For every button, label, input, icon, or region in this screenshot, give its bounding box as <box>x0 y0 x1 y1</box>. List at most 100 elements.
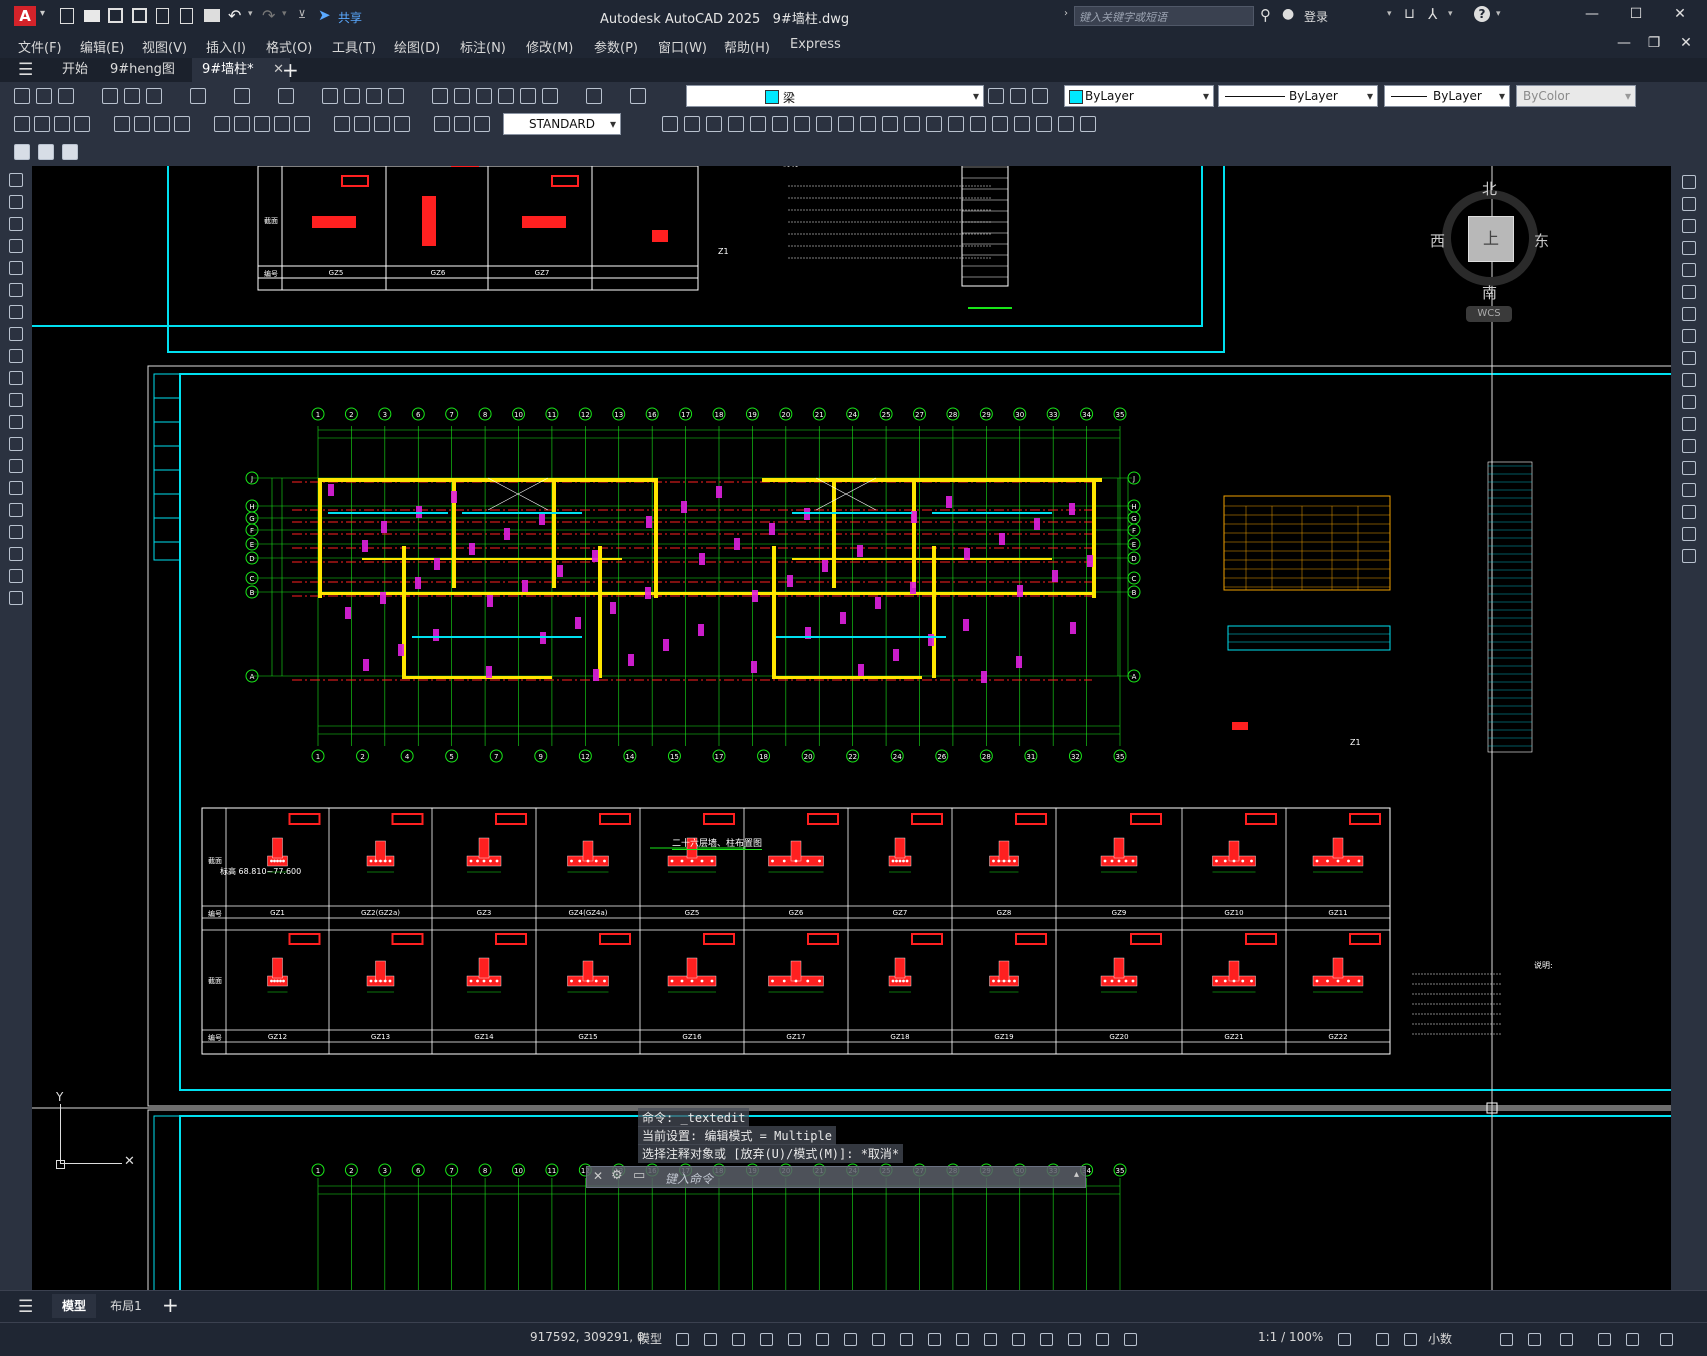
center-mark-icon[interactable] <box>352 114 372 134</box>
copy-tool-icon[interactable] <box>1679 194 1699 214</box>
selection-cycling-icon[interactable] <box>952 1329 972 1349</box>
share-button[interactable]: 共享 <box>338 9 362 26</box>
chamfer-icon[interactable] <box>924 114 944 134</box>
hamburger-menu-icon[interactable]: ☰ <box>18 60 33 80</box>
menu-view[interactable]: 视图(V) <box>142 37 187 56</box>
search-expand-icon[interactable]: › <box>1064 8 1068 19</box>
array-icon[interactable] <box>726 114 746 134</box>
radius-dim-icon[interactable] <box>112 114 132 134</box>
redo-dropdown-icon[interactable]: ▾ <box>282 9 287 19</box>
share-icon[interactable]: ➤ <box>318 6 331 24</box>
stretch-tool-icon[interactable] <box>1679 348 1699 368</box>
doc-restore-button[interactable]: ❐ <box>1640 35 1668 55</box>
arc-icon[interactable] <box>6 280 26 300</box>
a360-dropdown-icon[interactable]: ▾ <box>1448 9 1453 19</box>
move-icon[interactable] <box>748 114 768 134</box>
wcs-menu[interactable]: WCS <box>1466 306 1512 322</box>
gradient-icon[interactable] <box>6 500 26 520</box>
line-icon[interactable] <box>6 170 26 190</box>
wblock-icon[interactable] <box>1078 114 1098 134</box>
login-dropdown-icon[interactable]: ▾ <box>1387 9 1392 19</box>
mtext-icon[interactable] <box>36 142 56 162</box>
redo-icon[interactable]: ↷ <box>262 6 275 25</box>
inspect-icon[interactable] <box>372 114 392 134</box>
tool-palettes-icon[interactable] <box>474 86 494 106</box>
autocad-logo-icon[interactable]: A <box>14 6 36 26</box>
text-edit-icon[interactable] <box>12 142 32 162</box>
command-customize-icon[interactable]: ⚙ <box>611 1168 623 1183</box>
menu-help[interactable]: 帮助(H) <box>724 37 770 56</box>
add-selected-icon[interactable] <box>6 588 26 608</box>
customize-qat-icon[interactable]: ⊻ <box>298 8 306 21</box>
isolate-objects-icon[interactable] <box>1556 1329 1576 1349</box>
cart-icon[interactable]: ⊔ <box>1404 6 1415 22</box>
quick-dim-icon[interactable] <box>212 114 232 134</box>
mirror-icon[interactable] <box>682 114 702 134</box>
construction-line-icon[interactable] <box>6 192 26 212</box>
menu-edit[interactable]: 编辑(E) <box>80 37 124 56</box>
plot-icon[interactable] <box>100 86 120 106</box>
tab-layout1[interactable]: 布局1 <box>104 1294 148 1318</box>
zoom-window-icon[interactable] <box>364 86 384 106</box>
infer-icon[interactable] <box>728 1329 748 1349</box>
tab-start[interactable]: 开始 <box>52 58 98 82</box>
menu-insert[interactable]: 插入(I) <box>206 37 246 56</box>
undo-icon[interactable] <box>232 86 252 106</box>
osnap-icon[interactable] <box>868 1329 888 1349</box>
text-scale-icon[interactable] <box>60 142 80 162</box>
diameter-icon[interactable] <box>152 114 172 134</box>
dynamic-ucs-icon[interactable] <box>1008 1329 1028 1349</box>
extend-tool-icon[interactable] <box>1679 392 1699 412</box>
add-layout-icon[interactable]: + <box>162 1293 179 1317</box>
cad-drawing[interactable]: 1 2 3 6 7 8 10 11 12 13 16 17 18 19 20 21 24 25 27 28 29 30 33… <box>32 166 1671 1290</box>
markup-icon[interactable] <box>518 86 538 106</box>
command-close-icon[interactable]: ✕ <box>593 1169 603 1183</box>
viewcube-north[interactable]: 北 <box>1482 178 1497 199</box>
viewcube[interactable]: 上 北 南 西 东 WCS <box>1430 178 1550 322</box>
trim-tool-icon[interactable] <box>1679 370 1699 390</box>
dim-break-icon[interactable] <box>292 114 312 134</box>
lineweight-icon[interactable] <box>896 1329 916 1349</box>
dim-edit-icon[interactable] <box>432 114 452 134</box>
search-icon[interactable]: ⚲ <box>1260 6 1271 24</box>
model-space-button[interactable]: 模型 <box>638 1330 662 1347</box>
baseline-icon[interactable] <box>232 114 252 134</box>
spline-icon[interactable] <box>6 346 26 366</box>
move-tool-icon[interactable] <box>1679 282 1699 302</box>
tab-qiangzhu[interactable]: 9#墙柱* ✕ <box>192 58 290 82</box>
ordinate-icon[interactable] <box>72 114 92 134</box>
drawing-canvas[interactable]: 1 2 3 6 7 8 10 11 12 13 16 17 18 19 20 21 24 25 27 28 29 30 33… <box>32 166 1671 1290</box>
polyline-icon[interactable] <box>6 214 26 234</box>
menu-express[interactable]: Express <box>790 37 841 52</box>
undo-icon[interactable]: ↶ <box>228 6 241 25</box>
tolerance-icon[interactable] <box>332 114 352 134</box>
insert-icon[interactable] <box>1034 114 1054 134</box>
join-icon[interactable] <box>902 114 922 134</box>
save-as-icon[interactable] <box>132 8 147 23</box>
match-icon[interactable] <box>188 86 208 106</box>
new-icon[interactable] <box>12 86 32 106</box>
revcloud-icon[interactable] <box>6 324 26 344</box>
polar-icon[interactable] <box>784 1329 804 1349</box>
sheet-set-icon[interactable] <box>496 86 516 106</box>
units-dropdown[interactable]: 小数 <box>1428 1330 1452 1347</box>
menu-file[interactable]: 文件(F) <box>18 37 62 56</box>
doc-minimize-button[interactable]: — <box>1610 35 1638 55</box>
angular-icon[interactable] <box>172 114 192 134</box>
annotation-monitor-icon[interactable] <box>1372 1329 1392 1349</box>
insert-block-icon[interactable] <box>6 412 26 432</box>
plot-preview-icon[interactable] <box>122 86 142 106</box>
rotate-icon[interactable] <box>770 114 790 134</box>
break-point-icon[interactable] <box>1679 414 1699 434</box>
close-button[interactable]: ✕ <box>1666 6 1694 26</box>
quick-properties-icon[interactable] <box>1496 1329 1516 1349</box>
offset-tool-icon[interactable] <box>1679 238 1699 258</box>
color-dropdown[interactable]: ByLayer ▾ <box>1064 85 1214 107</box>
save-icon[interactable] <box>108 8 123 23</box>
layer-match-icon[interactable] <box>986 86 1006 106</box>
viewcube-west[interactable]: 西 <box>1430 230 1445 251</box>
snap-icon[interactable] <box>700 1329 720 1349</box>
transparency-icon[interactable] <box>924 1329 944 1349</box>
selection-filter-icon[interactable] <box>1036 1329 1056 1349</box>
dim-space-icon[interactable] <box>272 114 292 134</box>
